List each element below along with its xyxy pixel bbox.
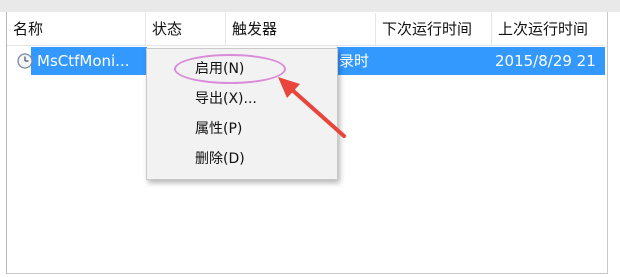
column-header-next-run[interactable]: 下次运行时间 <box>375 13 491 45</box>
task-trigger: 录时 <box>339 52 370 70</box>
task-last-run: 2015/8/29 21 <box>495 52 596 70</box>
arrow-annotation <box>278 77 346 138</box>
column-header-name[interactable]: 名称 <box>7 13 145 45</box>
column-header-trigger[interactable]: 触发器 <box>225 13 375 45</box>
task-name: MsCtfMoni... <box>37 52 130 70</box>
menu-item-delete[interactable]: 删除(D) <box>195 147 245 171</box>
menu-item-export[interactable]: 导出(X)... <box>195 87 257 111</box>
top-strip <box>0 0 620 12</box>
column-header: 名称 状态 触发器 下次运行时间 上次运行时间 <box>7 13 605 46</box>
clock-icon <box>17 53 33 69</box>
column-header-status[interactable]: 状态 <box>145 13 225 45</box>
menu-item-properties[interactable]: 属性(P) <box>195 117 242 141</box>
column-header-last-run[interactable]: 上次运行时间 <box>491 13 605 45</box>
